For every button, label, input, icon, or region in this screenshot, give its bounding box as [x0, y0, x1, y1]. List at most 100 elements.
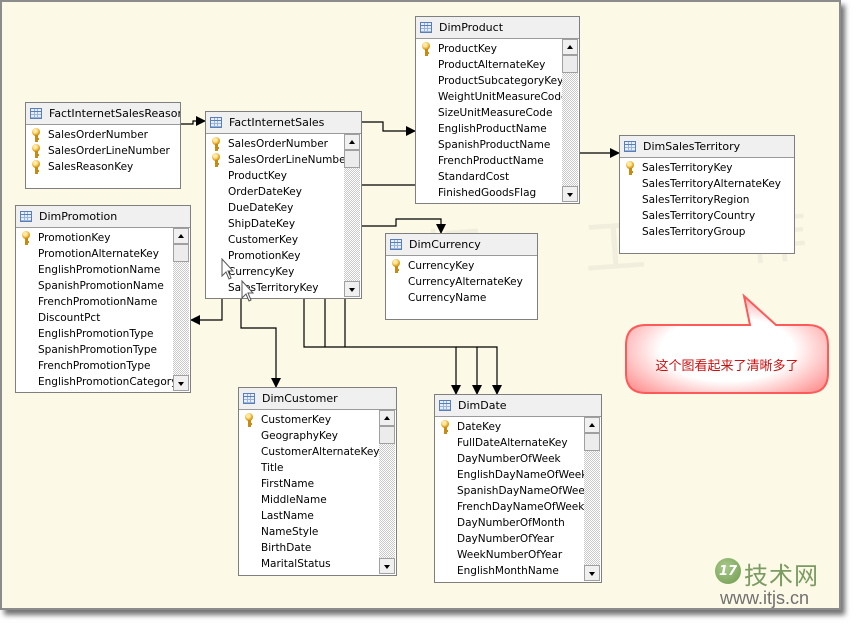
column-row[interactable]: ProductKey — [416, 41, 579, 57]
column-row[interactable]: EnglishPromotionType — [16, 326, 190, 342]
column-row[interactable]: SpanishDayNameOfWeek — [435, 483, 601, 499]
table-dimcurrency[interactable]: DimCurrency CurrencyKey CurrencyAlternate… — [385, 233, 538, 320]
column-row[interactable]: ShipDateKey — [206, 216, 361, 232]
scroll-up-button[interactable] — [584, 417, 600, 433]
column-row[interactable]: ProductAlternateKey — [416, 57, 579, 73]
column-row[interactable]: CustomerAlternateKey — [239, 444, 396, 460]
column-row[interactable]: SalesOrderNumber — [26, 127, 180, 143]
column-row[interactable]: SpanishPromotionType — [16, 342, 190, 358]
column-row[interactable]: LastName — [239, 508, 396, 524]
column-row[interactable]: DiscountPct — [16, 310, 190, 326]
scroll-up-button[interactable] — [379, 410, 395, 426]
column-row[interactable]: OrderDateKey — [206, 184, 361, 200]
vertical-scrollbar[interactable] — [173, 228, 189, 391]
column-row[interactable]: EnglishPromotionCategory — [16, 374, 190, 390]
column-row[interactable]: FrenchPromotionName — [16, 294, 190, 310]
scroll-up-button[interactable] — [344, 134, 360, 150]
scroll-down-button[interactable] — [584, 565, 600, 581]
scroll-up-button[interactable] — [562, 39, 578, 55]
column-row[interactable]: CustomerKey — [239, 412, 396, 428]
column-row[interactable]: EnglishPromotionName — [16, 262, 190, 278]
column-row[interactable]: SpanishProductName — [416, 137, 579, 153]
column-row[interactable]: SalesTerritoryKey — [620, 160, 794, 176]
column-row[interactable]: ProductSubcategoryKey — [416, 73, 579, 89]
column-row[interactable]: EnglishProductName — [416, 121, 579, 137]
column-row[interactable]: DueDateKey — [206, 200, 361, 216]
table-header[interactable]: DimDate — [435, 395, 601, 417]
table-header[interactable]: DimCustomer — [239, 388, 396, 410]
column-row[interactable]: MiddleName — [239, 492, 396, 508]
column-row[interactable]: SpanishPromotionName — [16, 278, 190, 294]
column-row[interactable]: SpanishMonthName — [435, 579, 601, 582]
column-row[interactable]: SalesTerritoryRegion — [620, 192, 794, 208]
vertical-scrollbar[interactable] — [584, 417, 600, 581]
column-row[interactable]: DateKey — [435, 419, 601, 435]
table-dimcustomer[interactable]: DimCustomer CustomerKey GeographyKey Custo… — [238, 387, 397, 576]
column-row[interactable]: WeightUnitMeasureCode — [416, 89, 579, 105]
table-dimpromotion[interactable]: DimPromotion PromotionKey PromotionAltern… — [15, 205, 191, 393]
column-row[interactable]: Title — [239, 460, 396, 476]
column-row[interactable]: CurrencyName — [386, 290, 537, 306]
vertical-scrollbar[interactable] — [562, 39, 578, 202]
column-row[interactable]: CurrencyAlternateKey — [386, 274, 537, 290]
column-row[interactable]: DayNumberOfWeek — [435, 451, 601, 467]
column-row[interactable]: Suffix — [239, 572, 396, 575]
scroll-down-button[interactable] — [379, 558, 395, 574]
scroll-down-button[interactable] — [562, 186, 578, 202]
column-row[interactable]: MaritalStatus — [239, 556, 396, 572]
scroll-down-button[interactable] — [344, 281, 360, 297]
column-row[interactable]: Color — [416, 201, 579, 203]
scroll-thumb[interactable] — [562, 55, 578, 73]
vertical-scrollbar[interactable] — [379, 410, 395, 574]
column-row[interactable]: FrenchDayNameOfWeek — [435, 499, 601, 515]
column-row[interactable]: SpanishPromotionCategory — [16, 390, 190, 392]
column-row[interactable]: SalesReasonKey — [26, 159, 180, 175]
table-dimsalesterritory[interactable]: DimSalesTerritory SalesTerritoryKey Sales… — [619, 135, 795, 254]
column-row[interactable]: FullDateAlternateKey — [435, 435, 601, 451]
scroll-thumb[interactable] — [584, 433, 600, 451]
column-row[interactable]: EnglishMonthName — [435, 563, 601, 579]
column-row[interactable]: SizeUnitMeasureCode — [416, 105, 579, 121]
table-header[interactable]: DimProduct — [416, 17, 579, 39]
table-factinternetsalesreason[interactable]: FactInternetSalesReason SalesOrderNumber… — [25, 102, 181, 189]
column-row[interactable]: SalesTerritoryAlternateKey — [620, 176, 794, 192]
column-row[interactable]: SalesOrderNumber — [206, 136, 361, 152]
table-header[interactable]: FactInternetSales — [206, 112, 361, 134]
column-row[interactable]: SalesTerritoryKey — [206, 280, 361, 296]
column-row[interactable]: SalesTerritoryCountry — [620, 208, 794, 224]
column-row[interactable]: WeekNumberOfYear — [435, 547, 601, 563]
scroll-thumb[interactable] — [344, 150, 360, 168]
table-header[interactable]: DimPromotion — [16, 206, 190, 228]
column-row[interactable]: FrenchProductName — [416, 153, 579, 169]
column-row[interactable]: ProductKey — [206, 168, 361, 184]
column-row[interactable]: EnglishDayNameOfWeek — [435, 467, 601, 483]
table-dimproduct[interactable]: DimProduct ProductKey ProductAlternateKey… — [415, 16, 580, 204]
column-row[interactable]: DayNumberOfYear — [435, 531, 601, 547]
column-row[interactable]: PromotionKey — [16, 230, 190, 246]
column-row[interactable]: SalesOrderLineNumber — [206, 152, 361, 168]
column-row[interactable]: GeographyKey — [239, 428, 396, 444]
scroll-thumb[interactable] — [173, 244, 189, 262]
column-row[interactable]: SalesTerritoryGroup — [620, 224, 794, 240]
column-row[interactable]: FirstName — [239, 476, 396, 492]
column-row[interactable]: RevisionNumber — [206, 296, 361, 298]
column-name: SalesOrderLineNumber — [228, 154, 350, 166]
table-header[interactable]: DimSalesTerritory — [620, 136, 794, 158]
table-header[interactable]: DimCurrency — [386, 234, 537, 256]
column-row[interactable]: StandardCost — [416, 169, 579, 185]
column-row[interactable]: PromotionAlternateKey — [16, 246, 190, 262]
table-dimdate[interactable]: DimDate DateKey FullDateAlternateKey DayNu… — [434, 394, 602, 583]
scroll-thumb[interactable] — [379, 426, 395, 444]
scroll-down-button[interactable] — [173, 375, 189, 391]
column-row[interactable]: SalesOrderLineNumber — [26, 143, 180, 159]
column-row[interactable]: CustomerKey — [206, 232, 361, 248]
column-row[interactable]: DayNumberOfMonth — [435, 515, 601, 531]
scroll-up-button[interactable] — [173, 228, 189, 244]
column-row[interactable]: CurrencyKey — [386, 258, 537, 274]
column-row[interactable]: NameStyle — [239, 524, 396, 540]
column-row[interactable]: BirthDate — [239, 540, 396, 556]
table-header[interactable]: FactInternetSalesReason — [26, 103, 180, 125]
column-row[interactable]: FinishedGoodsFlag — [416, 185, 579, 201]
vertical-scrollbar[interactable] — [344, 134, 360, 297]
column-row[interactable]: FrenchPromotionType — [16, 358, 190, 374]
